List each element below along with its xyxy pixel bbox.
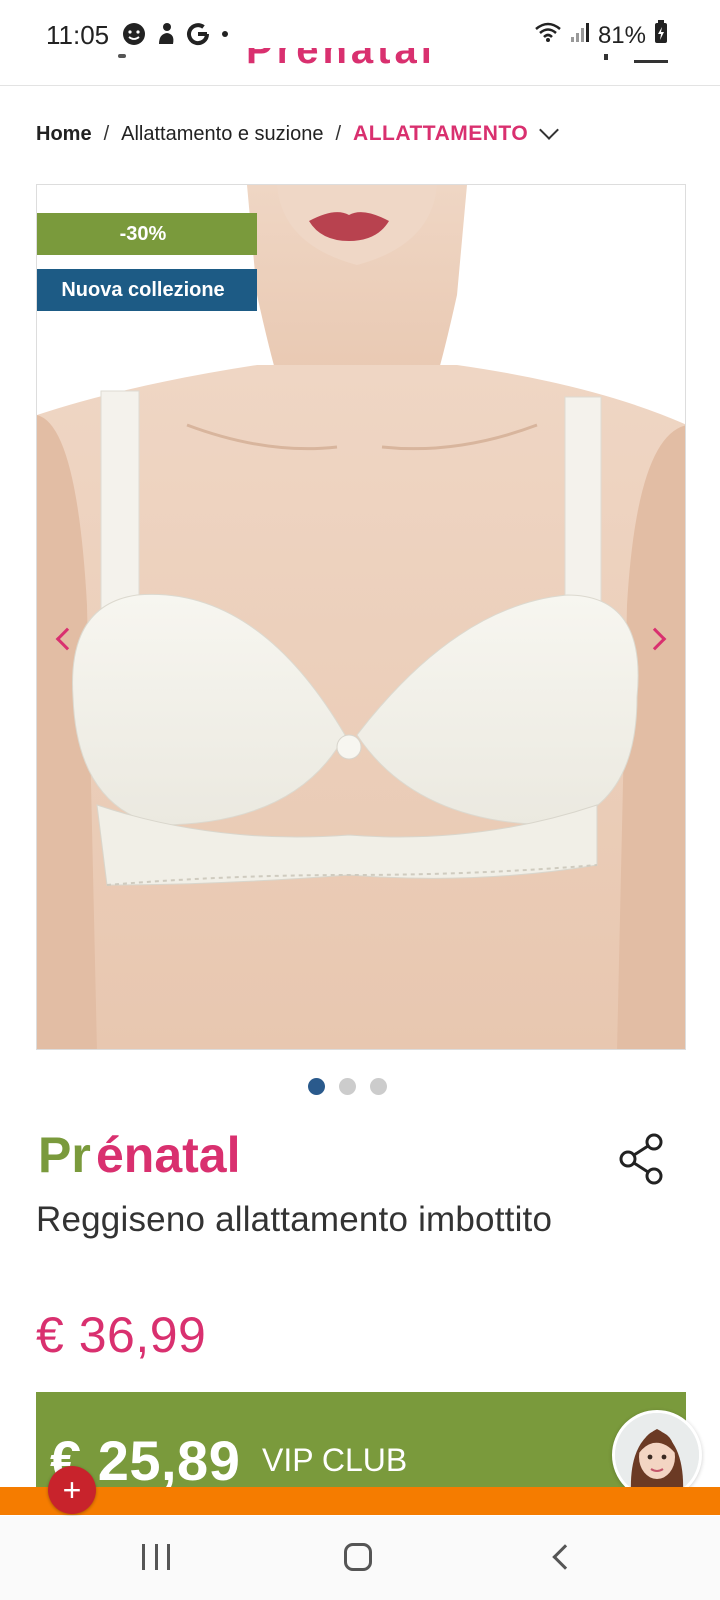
system-navigation-bar xyxy=(0,1516,720,1600)
site-header: Prénatal xyxy=(0,40,720,86)
original-price: € 36,99 xyxy=(36,1307,207,1363)
recent-apps-button[interactable] xyxy=(142,1544,170,1570)
header-logo[interactable]: Prénatal xyxy=(246,48,476,68)
discount-badge: -30% xyxy=(37,213,257,255)
breadcrumb-home[interactable]: Home xyxy=(36,123,92,146)
carousel-indicators xyxy=(0,1078,720,1095)
carousel-dot[interactable] xyxy=(307,1078,325,1095)
breadcrumb-separator: / xyxy=(335,122,342,145)
product-gallery[interactable]: -30% Nuova collezione xyxy=(36,184,686,1050)
header-logo-text: Prénatal xyxy=(246,48,436,68)
vip-price-box: € 25,89 VIP CLUB xyxy=(36,1392,686,1502)
product-title: Reggiseno allattamento imbottito xyxy=(36,1200,553,1239)
share-button[interactable] xyxy=(618,1132,668,1186)
promo-bar[interactable] xyxy=(0,1487,720,1515)
more-notifications-dot xyxy=(222,31,228,37)
product-image[interactable] xyxy=(37,185,686,1050)
header-search-icon[interactable] xyxy=(118,54,126,58)
hamburger-icon[interactable] xyxy=(634,60,668,63)
breadcrumb-category[interactable]: Allattamento e suzione xyxy=(121,123,323,146)
plus-icon[interactable]: + xyxy=(48,1466,96,1514)
vip-club-label: VIP CLUB xyxy=(262,1442,408,1478)
carousel-dot[interactable] xyxy=(369,1078,387,1095)
breadcrumb: Home / Allattamento e suzione / ALLATTAM… xyxy=(36,120,560,146)
new-collection-badge: Nuova collezione xyxy=(37,269,257,311)
breadcrumb-current[interactable]: ALLATTAMENTO xyxy=(353,122,528,146)
brand-logo[interactable]: Pr énatal xyxy=(38,1126,298,1186)
carousel-dot[interactable] xyxy=(338,1078,356,1095)
svg-text:Pr: Pr xyxy=(38,1127,91,1183)
cart-icon[interactable] xyxy=(604,54,608,60)
breadcrumb-separator: / xyxy=(103,122,110,145)
chevron-down-icon[interactable] xyxy=(539,120,560,140)
back-button[interactable] xyxy=(552,1544,578,1570)
share-icon xyxy=(619,1133,663,1185)
svg-text:énatal: énatal xyxy=(96,1127,241,1183)
home-button[interactable] xyxy=(344,1543,372,1571)
